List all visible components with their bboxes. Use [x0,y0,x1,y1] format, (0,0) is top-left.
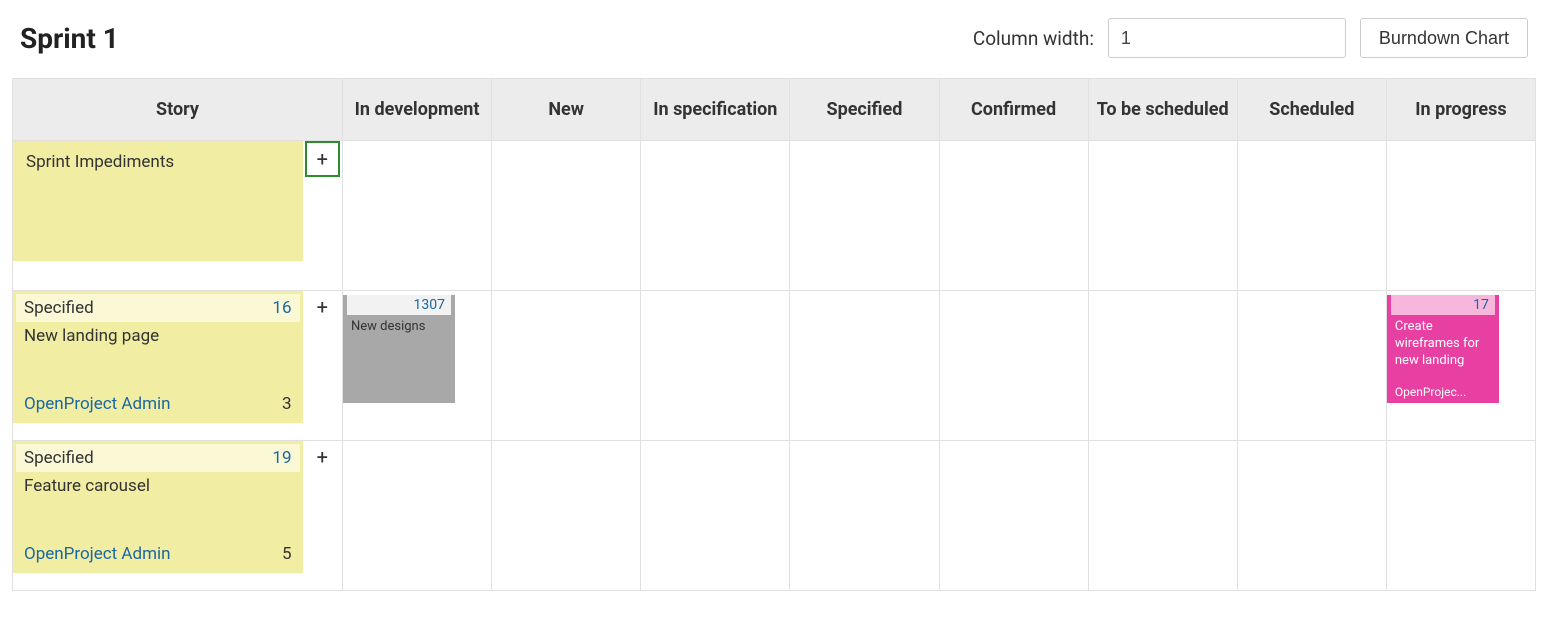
page-header: Sprint 1 Column width: Burndown Chart [12,18,1536,78]
board-header-row: Story In development New In specificatio… [13,79,1536,141]
lane-in-progress[interactable]: 17 Create wireframes for new landing Ope… [1386,291,1535,441]
column-width-label: Column width: [973,27,1094,50]
story-owner-link[interactable]: OpenProject Admin [24,394,171,414]
add-task-button[interactable]: + [309,291,336,323]
lane-scheduled[interactable] [1237,141,1386,291]
lane-in-specification[interactable] [641,291,790,441]
col-header-in-development: In development [343,79,492,141]
add-task-cell: + [303,291,343,441]
task-title: Create wireframes for new landing [1387,315,1499,374]
board-row: Specified 19 Feature carousel OpenProjec… [13,441,1536,591]
story-id-link[interactable]: 16 [272,298,291,318]
story-status: Specified [24,298,94,318]
column-width-input[interactable] [1108,18,1346,58]
board-body: Sprint Impediments + Specified 16 [13,141,1536,591]
lane-in-specification[interactable] [641,441,790,591]
lane-in-development[interactable]: 1307 New designs [343,291,492,441]
story-cell: Specified 16 New landing page OpenProjec… [13,291,303,441]
story-status-bar: Specified 16 [16,294,300,322]
lane-in-development[interactable] [343,141,492,291]
burndown-chart-button[interactable]: Burndown Chart [1360,18,1528,58]
story-footer: OpenProject Admin 5 [24,544,292,564]
add-task-button[interactable]: + [305,141,340,177]
lane-scheduled[interactable] [1237,291,1386,441]
story-footer: OpenProject Admin 3 [24,394,292,414]
task-owner: OpenProjec... [1395,385,1466,399]
task-id-link[interactable]: 17 [1391,295,1495,315]
lane-specified[interactable] [790,291,939,441]
story-title: Feature carousel [16,472,300,504]
add-task-button[interactable]: + [309,441,336,473]
story-points: 3 [282,394,292,414]
lane-confirmed[interactable] [939,291,1088,441]
board-row: Sprint Impediments + [13,141,1536,291]
story-cell: Sprint Impediments [13,141,303,291]
lane-new[interactable] [492,141,641,291]
lane-specified[interactable] [790,441,939,591]
task-id-link[interactable]: 1307 [347,295,451,315]
task-title: New designs [343,315,455,340]
add-task-cell: + [303,441,343,591]
lane-new[interactable] [492,291,641,441]
col-header-new: New [492,79,641,141]
board-row: Specified 16 New landing page OpenProjec… [13,291,1536,441]
lane-to-be-scheduled[interactable] [1088,141,1237,291]
story-cell: Specified 19 Feature carousel OpenProjec… [13,441,303,591]
col-header-in-progress: In progress [1386,79,1535,141]
task-card[interactable]: 1307 New designs [343,295,455,403]
story-points: 5 [282,544,292,564]
story-title: New landing page [16,322,300,354]
col-header-in-specification: In specification [641,79,790,141]
story-status-bar: Specified 19 [16,444,300,472]
lane-in-progress[interactable] [1386,441,1535,591]
col-header-confirmed: Confirmed [939,79,1088,141]
task-card[interactable]: 17 Create wireframes for new landing Ope… [1387,295,1499,403]
lane-to-be-scheduled[interactable] [1088,291,1237,441]
col-header-specified: Specified [790,79,939,141]
col-header-scheduled: Scheduled [1237,79,1386,141]
story-title: Sprint Impediments [26,152,174,172]
add-task-cell: + [303,141,343,291]
story-owner-link[interactable]: OpenProject Admin [24,544,171,564]
lane-to-be-scheduled[interactable] [1088,441,1237,591]
col-header-story: Story [13,79,343,141]
lane-new[interactable] [492,441,641,591]
story-id-link[interactable]: 19 [272,448,291,468]
lane-specified[interactable] [790,141,939,291]
lane-confirmed[interactable] [939,441,1088,591]
lane-scheduled[interactable] [1237,441,1386,591]
header-controls: Column width: Burndown Chart [973,18,1528,58]
lane-in-specification[interactable] [641,141,790,291]
col-header-to-be-scheduled: To be scheduled [1088,79,1237,141]
lane-in-development[interactable] [343,441,492,591]
lane-confirmed[interactable] [939,141,1088,291]
lane-in-progress[interactable] [1386,141,1535,291]
story-card[interactable]: Specified 16 New landing page OpenProjec… [13,291,303,423]
task-board: Story In development New In specificatio… [12,78,1536,591]
story-status: Specified [24,448,94,468]
page-title: Sprint 1 [20,22,119,55]
story-card-impediments[interactable]: Sprint Impediments [13,141,303,261]
story-card[interactable]: Specified 19 Feature carousel OpenProjec… [13,441,303,573]
